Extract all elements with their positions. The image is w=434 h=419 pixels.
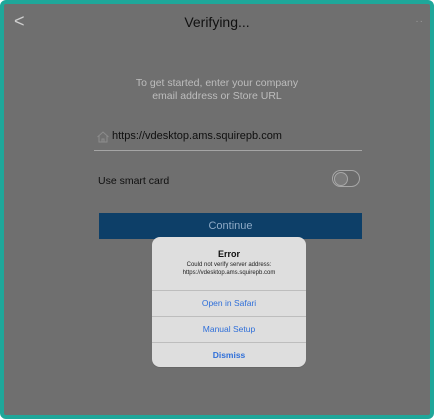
url-field[interactable]: https://vdesktop.ams.squirepb.com [94, 128, 362, 151]
intro-line-1: To get started, enter your company [135, 77, 299, 89]
manual-setup-button[interactable]: Manual Setup [152, 316, 306, 342]
alert-message: Could not verify server address: https:/… [152, 261, 306, 277]
intro-line-2: email address or Store URL [152, 90, 282, 102]
smart-card-toggle[interactable] [332, 170, 360, 187]
more-icon: ·· [415, 16, 424, 27]
smart-card-row: Use smart card [94, 167, 362, 193]
navigation-bar: < Verifying... ·· [4, 4, 430, 38]
alert-header: Error Could not verify server address: h… [152, 237, 306, 290]
page-title: Verifying... [184, 14, 250, 30]
alert-title: Error [217, 249, 240, 259]
intro-text: To get started, enter your company email… [4, 77, 430, 103]
smart-card-label: Use smart card [98, 175, 170, 187]
alert-message-line-2: https://vdesktop.ams.squirepb.com [182, 270, 276, 276]
home-icon [97, 131, 109, 143]
more-button[interactable]: ·· [415, 16, 424, 27]
toggle-knob [334, 172, 348, 186]
app-window: < Verifying... ·· To get started, enter … [0, 0, 434, 419]
open-in-safari-button[interactable]: Open in Safari [152, 290, 306, 316]
url-input[interactable]: https://vdesktop.ams.squirepb.com [112, 130, 282, 142]
error-alert-dialog: Error Could not verify server address: h… [152, 237, 306, 367]
continue-button[interactable]: Continue [99, 213, 362, 239]
alert-message-line-1: Could not verify server address: [186, 262, 272, 268]
dismiss-button[interactable]: Dismiss [152, 342, 306, 368]
